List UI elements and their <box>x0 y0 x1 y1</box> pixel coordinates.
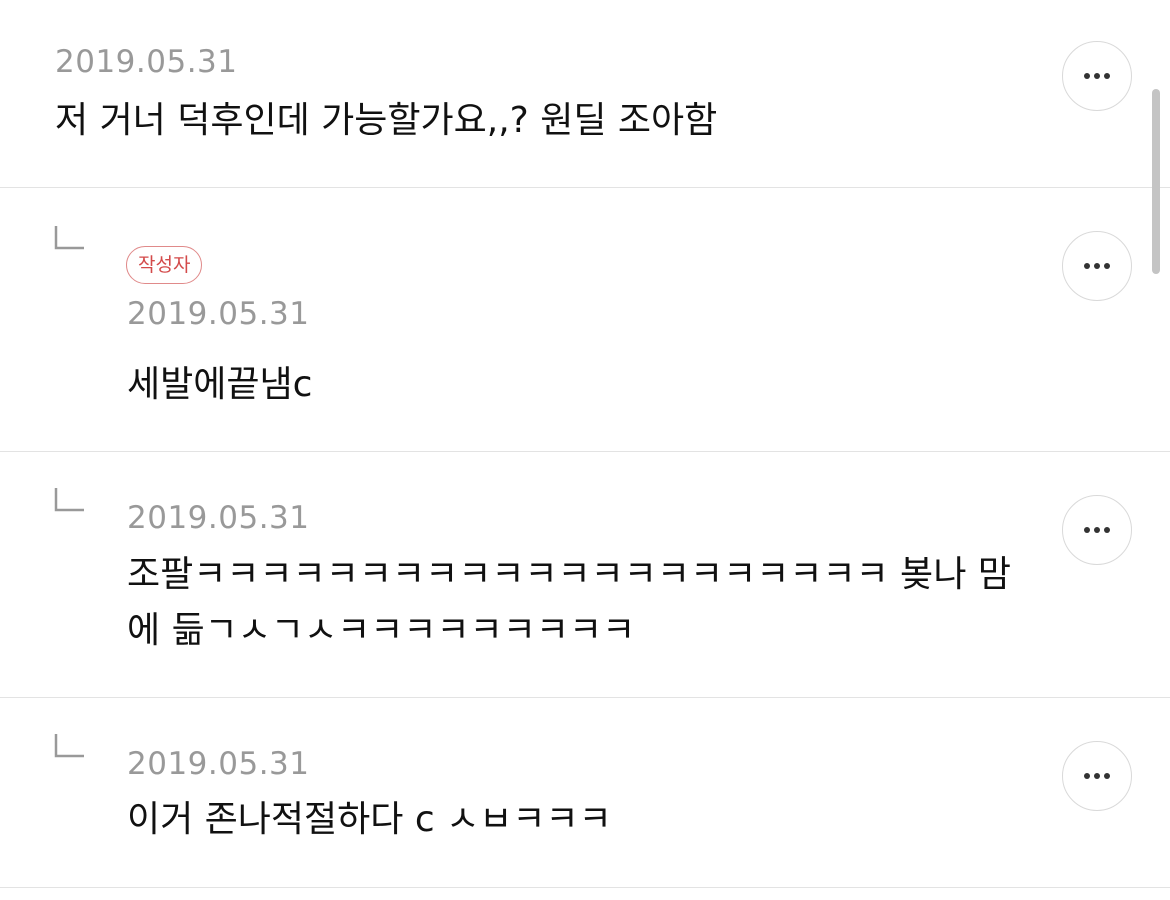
comment-list: 2019.05.31 저 거너 덕후인데 가능할가요,,? 원딜 조아함 작성자… <box>0 0 1170 900</box>
more-options-button[interactable] <box>1062 495 1132 565</box>
comment-text: 이거 존나적절하다 c ㅅㅂㅋㅋㅋ <box>127 799 612 840</box>
more-dots-icon <box>1084 773 1110 779</box>
divider <box>0 887 1170 888</box>
more-dots-icon <box>1084 73 1110 79</box>
reply-comment-item: 2019.05.31 조팔ㅋㅋㅋㅋㅋㅋㅋㅋㅋㅋㅋㅋㅋㅋㅋㅋㅋㅋㅋㅋㅋ 봊나 맘 … <box>0 452 1170 697</box>
comment-date: 2019.05.31 <box>127 296 310 332</box>
reply-comment-item: 작성자 2019.05.31 세발에끝냄c <box>0 188 1170 451</box>
more-options-button[interactable] <box>1062 741 1132 811</box>
comment-text: 저 거너 덕후인데 가능할가요,,? 원딜 조아함 <box>55 100 718 141</box>
more-dots-icon <box>1084 527 1110 533</box>
more-options-button[interactable] <box>1062 231 1132 301</box>
comment-text-line: 에 듦ㄱㅅㄱㅅㅋㅋㅋㅋㅋㅋㅋㅋㅋ <box>127 610 636 651</box>
reply-arrow-icon <box>54 488 84 512</box>
author-badge: 작성자 <box>126 246 203 284</box>
comment-date: 2019.05.31 <box>127 500 310 536</box>
more-dots-icon <box>1084 263 1110 269</box>
comment-item: 2019.05.31 저 거너 덕후인데 가능할가요,,? 원딜 조아함 <box>0 0 1170 187</box>
comment-text-line: 조팔ㅋㅋㅋㅋㅋㅋㅋㅋㅋㅋㅋㅋㅋㅋㅋㅋㅋㅋㅋㅋㅋ 봊나 맘 <box>127 554 1012 595</box>
comment-text: 세발에끝냄c <box>127 364 313 405</box>
reply-arrow-icon <box>54 734 84 758</box>
scrollbar[interactable] <box>1152 89 1160 274</box>
reply-arrow-icon <box>54 226 84 250</box>
comment-date: 2019.05.31 <box>127 746 310 782</box>
reply-comment-item: 2019.05.31 이거 존나적절하다 c ㅅㅂㅋㅋㅋ <box>0 698 1170 888</box>
comment-date: 2019.05.31 <box>55 44 238 80</box>
more-options-button[interactable] <box>1062 41 1132 111</box>
